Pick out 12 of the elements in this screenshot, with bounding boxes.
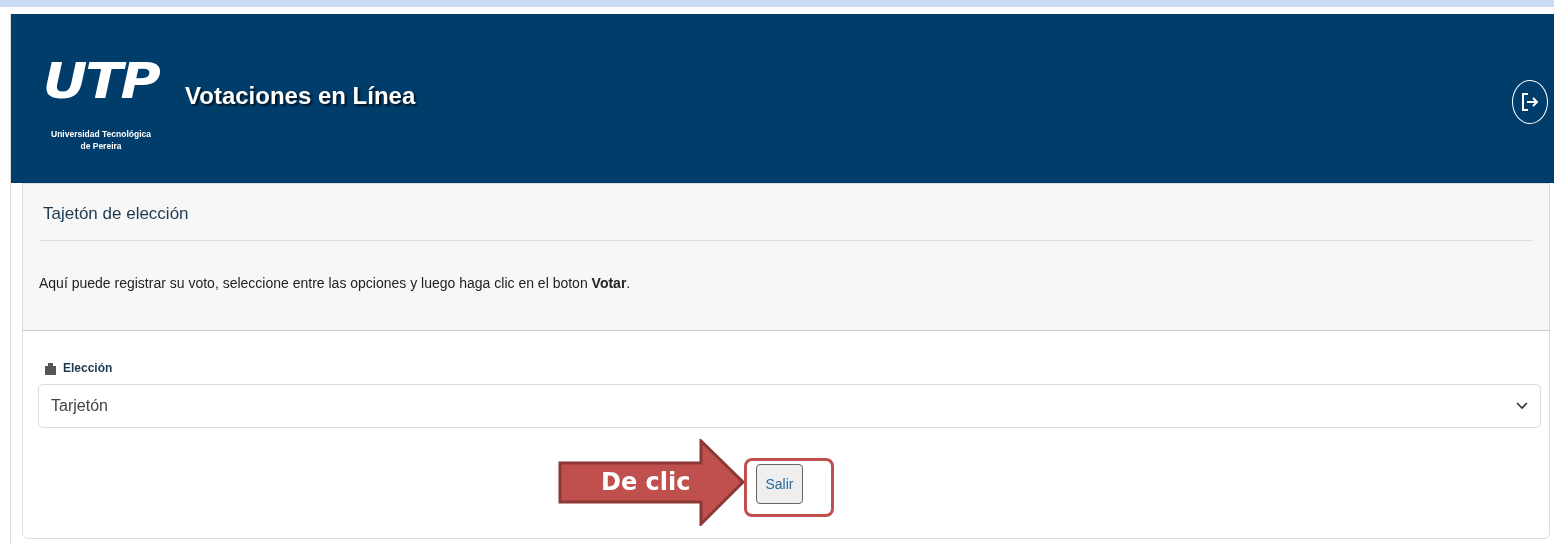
university-name: Universidad Tecnológica de Pereira xyxy=(50,128,152,152)
ballot-box-icon xyxy=(44,361,57,375)
card-title: Tajetón de elección xyxy=(39,202,1533,241)
app-title: Votaciones en Línea xyxy=(185,82,417,110)
election-select[interactable]: Tarjetón xyxy=(38,384,1541,428)
callout-label: De clic xyxy=(601,468,691,496)
exit-button[interactable]: Salir xyxy=(756,464,803,504)
instructions-text: Aquí puede registrar su voto, seleccione entre las opciones y luego haga clic en el boton Votar. xyxy=(39,275,632,291)
chevron-down-icon xyxy=(1516,402,1528,410)
logout-icon xyxy=(1521,92,1539,112)
logo-text: UTP xyxy=(43,56,159,106)
field-label: Elección xyxy=(63,361,113,375)
